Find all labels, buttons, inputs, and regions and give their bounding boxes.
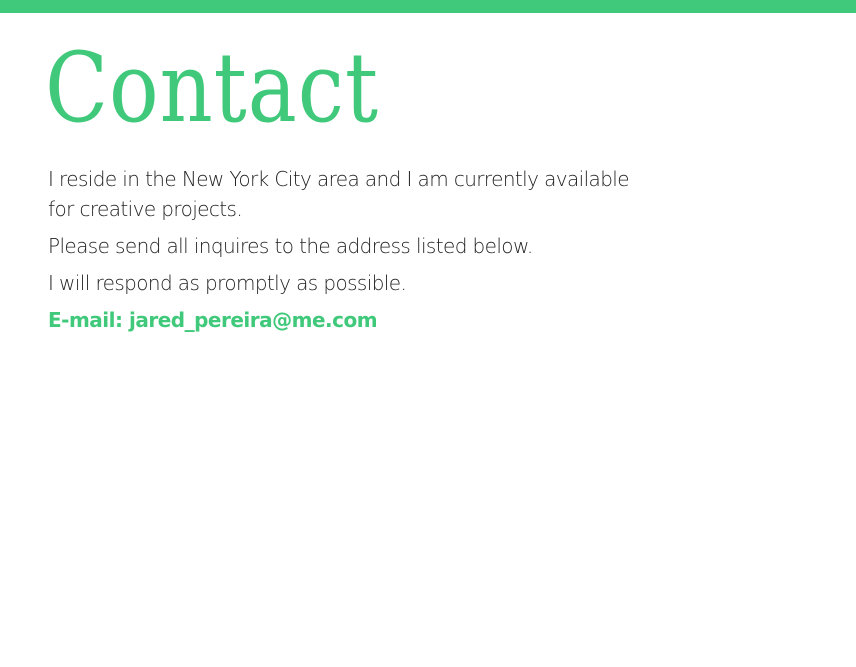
inquiry-paragraph: Please send all inquires to the address … [48,234,533,258]
availability-paragraph: I reside in the New York City area and I… [48,167,630,221]
email-link[interactable]: jared_pereira@me.com [129,308,378,332]
response-paragraph: I will respond as promptly as possible. [48,271,407,295]
page-title: Contact [45,32,379,144]
top-accent-bar [0,0,856,13]
email-label: E-mail: [48,308,123,332]
email-line: E-mail: jared_pereira@me.com [48,305,648,335]
contact-section: Contact I reside in the New York City ar… [45,32,648,335]
